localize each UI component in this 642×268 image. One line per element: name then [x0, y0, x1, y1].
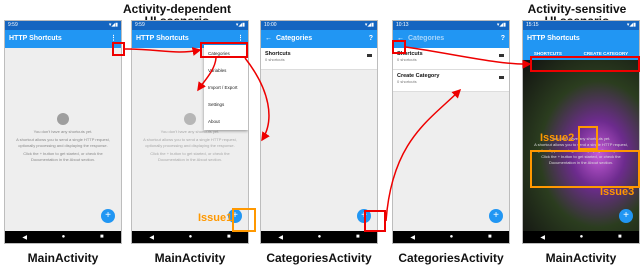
list-item[interactable]: Create Category 0 shortcuts — [393, 70, 509, 92]
status-time: 9:59 — [8, 22, 18, 28]
app-bar: HTTP Shortcuts — [523, 30, 639, 48]
caption-phone-4: CategoriesActivity — [398, 251, 504, 265]
empty-line2: A shortcut allows you to send a single H… — [16, 137, 110, 148]
drag-handle-icon[interactable] — [499, 76, 504, 79]
drag-handle-icon[interactable] — [367, 54, 372, 57]
help-icon[interactable]: ? — [501, 30, 505, 48]
nav-home-icon[interactable]: ● — [189, 234, 193, 240]
empty-line1: You don't have any shortcuts yet. — [33, 129, 93, 134]
phone-categories-2: 10:13 ▾◢▮ ← Categories ? Shortcuts 0 shortc… — [392, 20, 510, 244]
empty-state-icon — [184, 113, 196, 125]
menu-item-about[interactable]: About — [204, 113, 248, 130]
status-bar: 10:00 ▾◢▮ — [261, 21, 377, 30]
highlight-overflow-menu — [112, 42, 125, 56]
nav-back-icon[interactable]: ◀ — [278, 234, 283, 241]
list-item[interactable]: Shortcuts 0 shortcuts — [261, 48, 377, 70]
nav-home-icon[interactable]: ● — [318, 234, 322, 240]
empty-line2: A shortcut allows you to send a single H… — [143, 137, 237, 148]
empty-line3: Click the + button to get started, or ch… — [23, 151, 103, 162]
nav-recent-icon[interactable]: ■ — [227, 234, 231, 240]
caption-phone-3: CategoriesActivity — [266, 251, 372, 265]
app-title: Categories — [408, 35, 445, 42]
nav-recent-icon[interactable]: ■ — [488, 234, 492, 240]
menu-item-variables[interactable]: Variables — [204, 62, 248, 79]
back-arrow-icon[interactable]: ← — [265, 30, 272, 48]
highlight-add-category-fab — [364, 210, 386, 232]
status-time: 10:13 — [396, 22, 409, 28]
nav-home-icon[interactable]: ● — [62, 234, 66, 240]
battery-icon: ▾◢▮ — [626, 22, 636, 28]
nav-back-icon[interactable]: ◀ — [22, 234, 27, 241]
nav-bar: ◀ ● ■ — [523, 231, 639, 243]
nav-bar: ◀ ● ■ — [261, 231, 377, 243]
add-category-button[interactable]: + — [489, 209, 503, 223]
highlight-categories-item — [200, 42, 248, 58]
nav-recent-icon[interactable]: ■ — [356, 234, 360, 240]
nav-back-icon[interactable]: ◀ — [410, 234, 415, 241]
highlight-back-button — [392, 40, 406, 54]
nav-bar: ◀ ● ■ — [5, 231, 121, 243]
highlight-tab-bar — [530, 56, 640, 72]
nav-home-icon[interactable]: ● — [450, 234, 454, 240]
highlight-issue2 — [578, 126, 598, 150]
status-time: 15:15 — [526, 22, 539, 28]
empty-state-icon — [57, 113, 69, 125]
status-bar: 15:15 ▾◢▮ — [523, 21, 639, 30]
status-time: 9:59 — [135, 22, 145, 28]
status-bar: 9:59 ▾◢▮ — [132, 21, 248, 30]
issue3-label: Issue3 — [600, 186, 635, 198]
drag-handle-icon[interactable] — [499, 54, 504, 57]
nav-bar: ◀ ● ■ — [132, 231, 248, 243]
battery-icon: ▾◢▮ — [496, 22, 506, 28]
app-title: HTTP Shortcuts — [136, 35, 189, 42]
figure: Activity-dependent UI scenario Activity-… — [0, 0, 642, 268]
issue1-label: Issue1 — [198, 212, 233, 224]
nav-back-icon[interactable]: ◀ — [540, 234, 545, 241]
battery-icon: ▾◢▮ — [364, 22, 374, 28]
nav-back-icon[interactable]: ◀ — [149, 234, 154, 241]
category-list: Shortcuts 0 shortcuts — [261, 48, 377, 70]
category-count: 0 shortcuts — [397, 57, 417, 62]
app-title: Categories — [276, 35, 313, 42]
status-time: 10:00 — [264, 22, 277, 28]
category-count: 0 shortcuts — [397, 79, 417, 84]
empty-state: You don't have any shortcuts yet. A shor… — [11, 113, 115, 163]
phone-categories-1: 10:00 ▾◢▮ ← Categories ? Shortcuts 0 shortc… — [260, 20, 378, 244]
app-bar: ← Categories ? — [261, 30, 377, 48]
caption-phone-1: MainActivity — [27, 251, 99, 265]
battery-icon: ▾◢▮ — [235, 22, 245, 28]
help-icon[interactable]: ? — [369, 30, 373, 48]
battery-icon: ▾◢▮ — [108, 22, 118, 28]
category-list: Shortcuts 0 shortcuts Create Category 0 sh… — [393, 48, 509, 92]
caption-phone-2: MainActivity — [154, 251, 226, 265]
app-bar: HTTP Shortcuts ⋮ — [5, 30, 121, 48]
status-bar: 9:59 ▾◢▮ — [5, 21, 121, 30]
list-item[interactable]: Shortcuts 0 shortcuts — [393, 48, 509, 70]
highlight-issue1 — [232, 208, 256, 232]
nav-recent-icon[interactable]: ■ — [618, 234, 622, 240]
app-title: HTTP Shortcuts — [9, 35, 62, 42]
issue2-label: Issue2 — [540, 132, 575, 144]
nav-home-icon[interactable]: ● — [580, 234, 584, 240]
caption-phone-5: MainActivity — [545, 251, 617, 265]
empty-line3: Click the + button to get started, or ch… — [150, 151, 230, 162]
phone-main-1: 9:59 ▾◢▮ HTTP Shortcuts ⋮ You don't have … — [4, 20, 122, 244]
nav-bar: ◀ ● ■ — [393, 231, 509, 243]
menu-item-settings[interactable]: Settings — [204, 96, 248, 113]
add-shortcut-button[interactable]: + — [101, 209, 115, 223]
menu-item-import-export[interactable]: Import / Export — [204, 79, 248, 96]
status-bar: 10:13 ▾◢▮ — [393, 21, 509, 30]
category-count: 0 shortcuts — [265, 57, 285, 62]
app-bar: ← Categories ? — [393, 30, 509, 48]
app-title: HTTP Shortcuts — [527, 35, 580, 42]
highlight-issue3 — [530, 150, 640, 188]
add-shortcut-button[interactable]: + — [619, 209, 633, 223]
nav-recent-icon[interactable]: ■ — [100, 234, 104, 240]
